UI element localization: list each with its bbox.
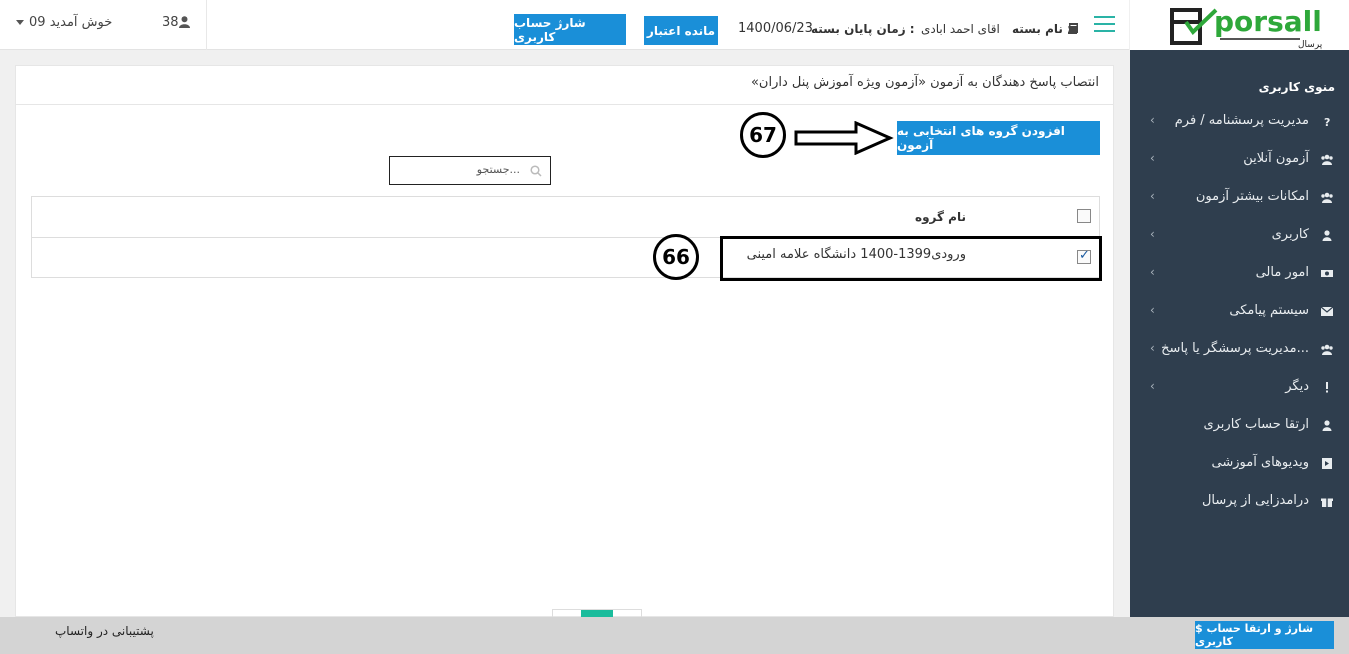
package-name-value: اقای احمد ابادی (921, 22, 1000, 36)
sidebar-item-label: درامدزایی از پرسال (1201, 493, 1309, 508)
search-icon (530, 165, 542, 177)
sidebar-item-exam-features[interactable]: ‹ امکانات بیشتر آزمون (1130, 178, 1349, 216)
bottom-bar: پشتیبانی در واتساپ $ شارژ و ارتقا حساب ک… (0, 617, 1349, 654)
sidebar-item-label: مدیریت پرسشنامه / فرم (1174, 113, 1309, 128)
money-icon (1321, 270, 1333, 277)
user-menu[interactable]: 09 خوش آمدید 38 (0, 0, 207, 50)
end-date-value: 1400/06/23 (738, 21, 813, 36)
panel-header: انتصاب پاسخ دهندگان به آزمون «آزمون ویژه… (16, 66, 1113, 105)
chevron-left-icon: ‹ (1150, 303, 1155, 317)
chevron-left-icon: ‹ (1150, 341, 1155, 355)
sidebar-item-label: امکانات بیشتر آزمون (1195, 189, 1309, 204)
sidebar-item-label: سیستم پیامکی (1229, 303, 1309, 318)
exclamation-icon (1326, 382, 1328, 393)
chevron-left-icon: ‹ (1150, 113, 1155, 127)
chevron-left-icon: ‹ (1150, 227, 1155, 241)
annotation-badge-67: 67 (740, 112, 786, 158)
annotation-highlight-box (720, 236, 1102, 281)
svg-text:?: ? (1324, 116, 1330, 127)
question-icon: ? (1324, 116, 1330, 127)
sidebar-item-other[interactable]: ‹ دیگر (1130, 368, 1349, 406)
remaining-credit-button[interactable]: مانده اعتبار (644, 16, 718, 45)
arrow-right-icon (794, 121, 894, 155)
search-input[interactable]: جستجو... (389, 156, 551, 185)
sidebar-item-finance[interactable]: ‹ امور مالی (1130, 254, 1349, 292)
logo[interactable]: porsall پرسال (1130, 0, 1349, 50)
caret-down-icon[interactable] (16, 20, 24, 25)
users-icon (1321, 154, 1333, 165)
sidebar-item-label: امور مالی (1255, 265, 1309, 280)
logo-subtext: پرسال (1298, 40, 1323, 50)
charge-account-button[interactable]: شارژ حساب کاربری (514, 14, 626, 45)
chevron-left-icon: ‹ (1150, 265, 1155, 279)
sidebar-item-questionnaire[interactable]: ‹ مدیریت پرسشنامه / فرم ? (1130, 102, 1349, 140)
welcome-text[interactable]: 09 خوش آمدید (29, 15, 112, 30)
group-name-header: نام گروه (915, 210, 966, 224)
end-date-label: زمان پایان بسته : (811, 22, 915, 36)
sidebar-item-label: ارتقا حساب کاربری (1203, 417, 1309, 432)
envelope-icon (1321, 306, 1333, 316)
sidebar-item-label: ویدیوهای آموزشی (1211, 455, 1309, 470)
chevron-left-icon: ‹ (1150, 189, 1155, 203)
users-icon (1321, 344, 1333, 355)
sidebar-item-videos[interactable]: ویدیوهای آموزشی (1130, 444, 1349, 482)
add-groups-button[interactable]: افزودن گروه های انتخابی به آزمون (897, 121, 1100, 155)
sidebar-item-sms[interactable]: ‹ سیستم پیامکی (1130, 292, 1349, 330)
video-file-icon (1322, 458, 1332, 469)
user-icon (1322, 230, 1332, 241)
sidebar-item-respondents[interactable]: ‹ مدیریت پرسشگر یا پاسخ... (1130, 330, 1349, 368)
whatsapp-support-link[interactable]: پشتیبانی در واتساپ (55, 624, 154, 638)
top-bar: 09 خوش آمدید 38 شارژ حساب کاربری مانده ا… (0, 0, 1129, 50)
sidebar-item-label: دیگر (1285, 379, 1309, 394)
annotation-badge-66: 66 (653, 234, 699, 280)
chevron-left-icon: ‹ (1150, 379, 1155, 393)
logo-text: porsall (1214, 5, 1322, 38)
user-icon (179, 16, 190, 28)
book-icon (1068, 23, 1078, 34)
sidebar-title: منوی کاربری (1258, 80, 1335, 94)
sidebar-item-label: کاربری (1271, 227, 1309, 242)
sidebar-item-earnings[interactable]: درامدزایی از پرسال (1130, 482, 1349, 520)
table-header-row: نام گروه (32, 197, 1099, 238)
charge-upgrade-button[interactable]: $ شارژ و ارتقا حساب کاربری (1195, 621, 1334, 649)
users-icon (1321, 192, 1333, 203)
chevron-left-icon: ‹ (1150, 151, 1155, 165)
sidebar-item-label: آزمون آنلاین (1243, 151, 1309, 166)
porsall-logo: porsall پرسال (1170, 5, 1323, 50)
gift-icon (1321, 498, 1333, 507)
sidebar-item-label: مدیریت پرسشگر یا پاسخ... (1161, 341, 1309, 356)
user-count: 38 (162, 15, 179, 30)
package-name-label: نام بسته : (1012, 22, 1072, 36)
select-all-checkbox[interactable] (1077, 209, 1091, 223)
sidebar: منوی کاربری ‹ مدیریت پرسشنامه / فرم ? ‹ … (1130, 50, 1349, 617)
sidebar-item-upgrade[interactable]: ارتقا حساب کاربری (1130, 406, 1349, 444)
hamburger-menu-icon[interactable] (1094, 16, 1115, 33)
sidebar-item-user[interactable]: ‹ کاربری (1130, 216, 1349, 254)
search-placeholder: جستجو... (476, 163, 520, 176)
main-panel: انتصاب پاسخ دهندگان به آزمون «آزمون ویژه… (15, 65, 1114, 620)
sidebar-item-online-exam[interactable]: ‹ آزمون آنلاین (1130, 140, 1349, 178)
user-icon (1322, 420, 1332, 431)
page-title: انتصاب پاسخ دهندگان به آزمون «آزمون ویژه… (750, 75, 1099, 90)
